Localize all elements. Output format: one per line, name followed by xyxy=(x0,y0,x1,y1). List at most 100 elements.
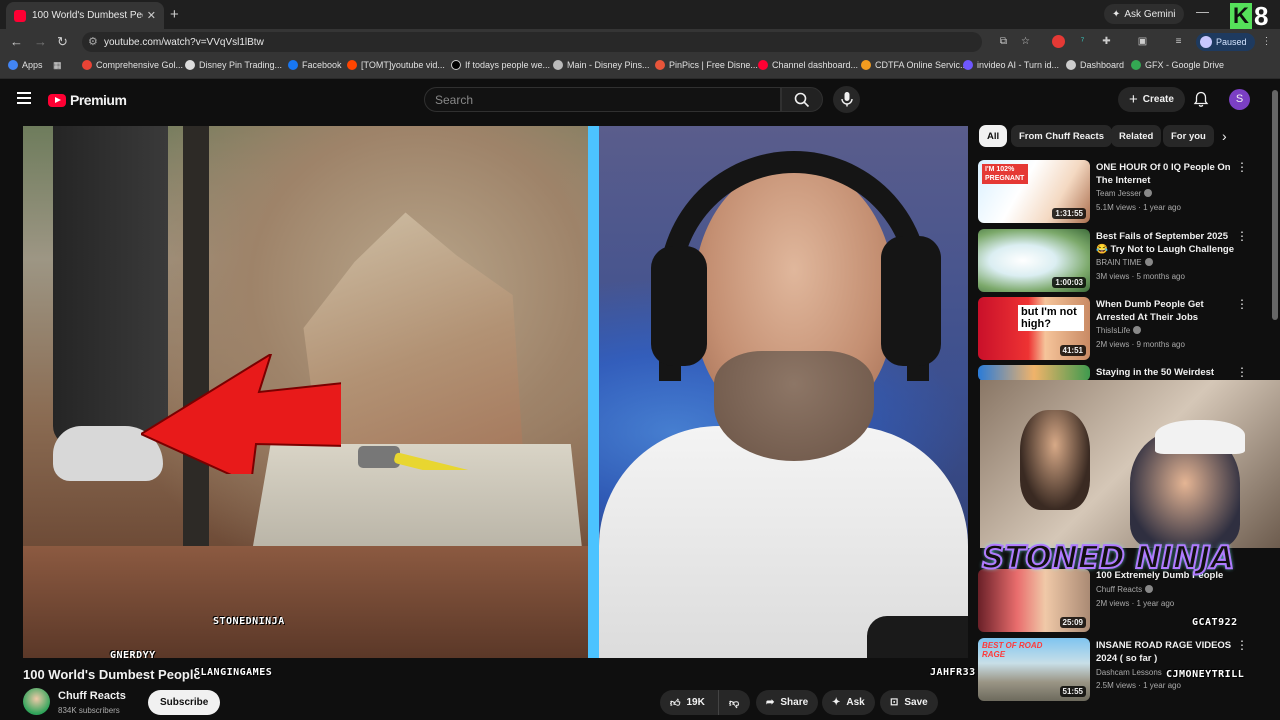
more-options-icon[interactable]: ⋮ xyxy=(1236,638,1248,652)
channel-avatar[interactable] xyxy=(23,688,50,715)
subscribe-button[interactable]: Subscribe xyxy=(148,690,221,715)
stoned-ninja-overlay: STONED NINJA xyxy=(981,539,1235,577)
bookmark-apps[interactable]: Apps xyxy=(8,60,43,70)
bookmark-item[interactable]: invideo AI - Turn id... xyxy=(963,60,1059,70)
extension-teal-icon[interactable]: ⁷ xyxy=(1076,35,1089,48)
recommendation-item[interactable]: 1:00:03 Best Fails of September 2025 😂 T… xyxy=(978,229,1270,293)
recommendation-channel: Dashcam Lessons xyxy=(1096,668,1162,677)
recommendation-item[interactable]: Staying in the 50 Weirdest ⋮ xyxy=(978,365,1270,381)
channel-label: BRAIN TIME xyxy=(1096,258,1142,267)
tiktok-icon xyxy=(451,60,461,70)
media-control-icon[interactable]: ≡ xyxy=(1172,35,1185,48)
new-tab-icon[interactable]: + xyxy=(170,6,179,23)
search-button[interactable] xyxy=(781,87,823,112)
recommendation-item[interactable]: but I'm not high? 41:51 When Dumb People… xyxy=(978,297,1270,361)
video-thumbnail[interactable]: I'M 102% PREGNANT 1:31:55 xyxy=(978,160,1090,223)
more-options-icon[interactable]: ⋮ xyxy=(1236,229,1248,243)
create-label: Create xyxy=(1142,94,1174,105)
bookmark-item[interactable]: Facebook xyxy=(288,60,342,70)
bookmark-item[interactable]: Disney Pin Trading... xyxy=(185,60,282,70)
chip-related[interactable]: Related xyxy=(1111,125,1162,147)
video-thumbnail[interactable]: 1:00:03 xyxy=(978,229,1090,292)
browser-menu-icon[interactable]: ⋮ xyxy=(1260,35,1273,48)
person-left xyxy=(1020,410,1090,510)
recommendation-meta: 2M views · 9 months ago xyxy=(1096,340,1185,349)
bookmark-favicon-icon xyxy=(963,60,973,70)
page-scrollbar[interactable] xyxy=(1272,90,1278,320)
more-options-icon[interactable]: ⋮ xyxy=(1236,160,1248,174)
bookmark-favicon-icon xyxy=(82,60,92,70)
share-button[interactable]: ➦ Share xyxy=(756,690,819,715)
like-button[interactable]: 👍︎ 19K xyxy=(660,690,718,715)
extensions-puzzle-icon[interactable]: ✚ xyxy=(1100,35,1113,48)
url-bar[interactable]: ⚙ youtube.com/watch?v=VVqVsl1lBtw xyxy=(82,32,982,52)
red-arrow-icon xyxy=(141,354,341,474)
bookmark-item[interactable]: GFX - Google Drive xyxy=(1131,60,1224,70)
back-icon[interactable]: ← xyxy=(10,34,23,49)
google-drive-icon xyxy=(1131,60,1141,70)
extension-red-icon[interactable] xyxy=(1052,35,1065,48)
ask-button[interactable]: ✦ Ask xyxy=(822,690,875,715)
profile-paused-button[interactable]: Paused xyxy=(1196,33,1255,51)
bookmark-item[interactable]: If todays people we... xyxy=(451,60,550,70)
channel-name[interactable]: Chuff Reacts xyxy=(58,690,126,702)
install-app-icon[interactable]: ⧉ xyxy=(997,35,1010,48)
bookmark-item[interactable]: Channel dashboard... xyxy=(758,60,858,70)
bookmark-grid[interactable]: ▦ xyxy=(53,60,62,71)
youtube-logo[interactable]: Premium xyxy=(48,92,127,108)
chip-all[interactable]: All xyxy=(979,125,1008,147)
split-divider xyxy=(588,126,599,658)
recommendation-item[interactable]: I'M 102% PREGNANT 1:31:55 ONE HOUR Of 0 … xyxy=(978,160,1270,224)
browser-tab[interactable]: 100 World's Dumbest People ✕ xyxy=(6,2,164,29)
recommendation-title: ONE HOUR Of 0 IQ People On The Internet xyxy=(1096,162,1231,186)
bookmark-favicon-icon xyxy=(553,60,563,70)
account-avatar[interactable]: S xyxy=(1229,89,1250,110)
bookmark-item[interactable]: Dashboard xyxy=(1066,60,1124,70)
bookmark-item[interactable]: CDTFA Online Servic... xyxy=(861,60,968,70)
video-thumbnail[interactable]: BEST OF ROAD RAGE 51:55 xyxy=(978,638,1090,701)
bookmark-label: PinPics | Free Disne... xyxy=(669,60,758,70)
video-player[interactable]: STONEDNINJA GNERDYY xyxy=(23,126,968,658)
ask-label: Ask xyxy=(846,697,865,708)
save-button[interactable]: ⊡ Save xyxy=(880,690,938,715)
bookmark-item[interactable]: Main - Disney Pins... xyxy=(553,60,650,70)
chip-for-you[interactable]: For you xyxy=(1163,125,1214,147)
sledgehammer xyxy=(358,446,524,470)
tab-search-icon[interactable]: ▣ xyxy=(1136,35,1149,48)
more-options-icon[interactable]: ⋮ xyxy=(1236,297,1248,311)
create-button[interactable]: + Create xyxy=(1118,87,1185,112)
bookmark-item[interactable]: [TOMT]youtube vid... xyxy=(347,60,445,70)
ask-gemini-button[interactable]: ✦ Ask Gemini xyxy=(1104,4,1184,24)
reload-icon[interactable]: ↻ xyxy=(57,34,68,50)
youtube-header: Premium Search + Create S xyxy=(0,80,1280,120)
voice-search-button[interactable] xyxy=(833,86,860,113)
video-thumbnail[interactable]: 25:09 xyxy=(978,569,1090,632)
recommendation-meta: 3M views · 5 months ago xyxy=(1096,272,1185,281)
close-tab-icon[interactable]: ✕ xyxy=(147,9,156,22)
bookmark-label: Disney Pin Trading... xyxy=(199,60,283,70)
like-count: 19K xyxy=(686,697,705,708)
bookmark-item[interactable]: PinPics | Free Disne... xyxy=(655,60,758,70)
recommendation-channel: ThisIsLife xyxy=(1096,326,1142,335)
hamburger-menu-icon[interactable] xyxy=(17,92,31,107)
dislike-button[interactable]: 👎︎ xyxy=(718,690,750,715)
site-info-icon[interactable]: ⚙ xyxy=(88,35,98,48)
share-label: Share xyxy=(780,697,809,708)
verified-icon xyxy=(1144,258,1153,266)
bookmark-item[interactable]: Comprehensive Gol... xyxy=(82,60,183,70)
recommendation-channel: BRAIN TIME xyxy=(1096,258,1153,267)
bookmark-star-icon[interactable]: ☆ xyxy=(1019,35,1032,48)
minimize-icon[interactable]: — xyxy=(1196,4,1209,19)
chip-from-channel[interactable]: From Chuff Reacts xyxy=(1011,125,1112,147)
gemini-sparkle-icon: ✦ xyxy=(1112,8,1121,20)
search-input[interactable]: Search xyxy=(424,87,781,112)
notifications-bell-icon[interactable] xyxy=(1193,91,1209,113)
more-options-icon[interactable]: ⋮ xyxy=(1236,365,1248,379)
brick-rubble xyxy=(23,546,588,658)
bookmark-label: Channel dashboard... xyxy=(772,60,859,70)
video-thumbnail[interactable] xyxy=(978,365,1090,381)
forward-icon[interactable]: → xyxy=(34,34,47,49)
chevron-right-icon[interactable]: › xyxy=(1222,128,1227,144)
profile-avatar-icon xyxy=(1200,36,1212,48)
video-thumbnail[interactable]: but I'm not high? 41:51 xyxy=(978,297,1090,360)
